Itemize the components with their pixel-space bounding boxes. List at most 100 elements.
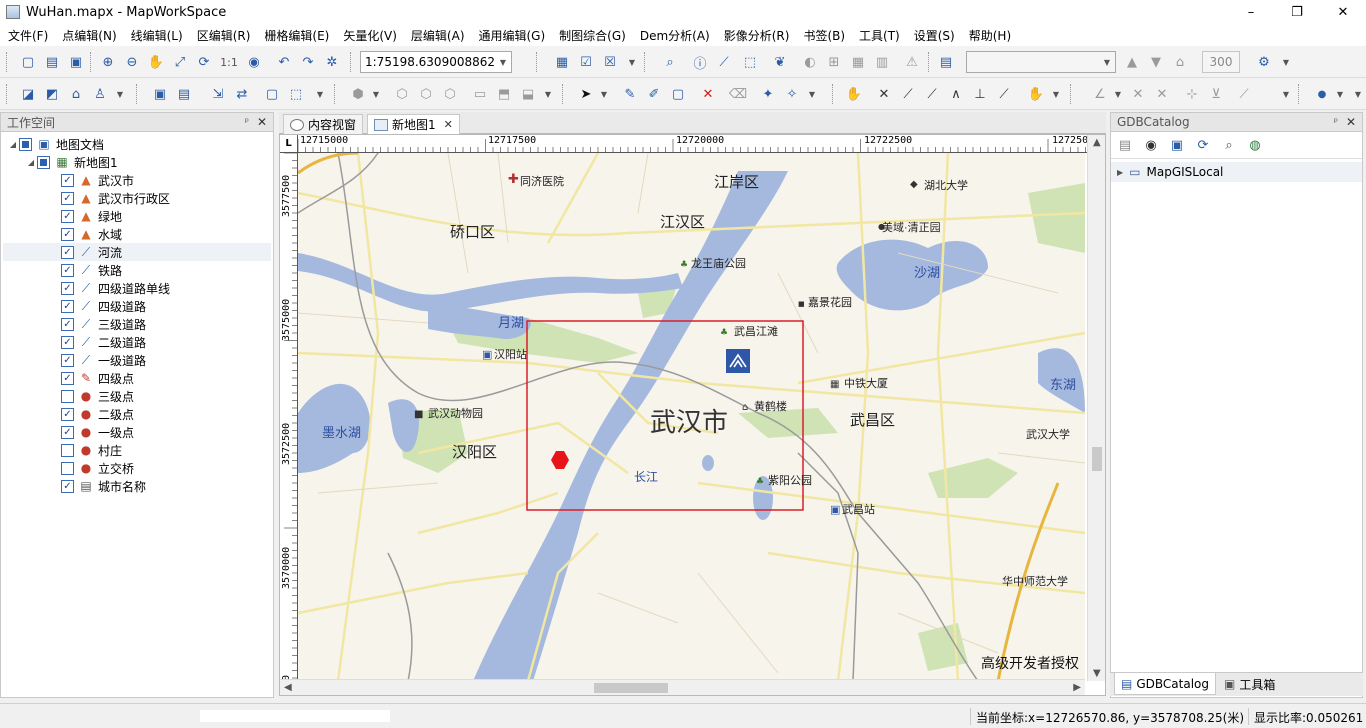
frame-select-icon[interactable]: ⬚ [286, 84, 306, 104]
menu-general-edit[interactable]: 通用编辑(G) [475, 27, 550, 44]
tree-item-layer[interactable]: ✓ ● 一级点 [3, 423, 271, 441]
select-tool-icon[interactable]: ⬚ [740, 52, 760, 72]
collapse-icon[interactable]: ◢ [25, 156, 37, 168]
toolbar-grip[interactable] [334, 84, 337, 104]
toolbar-grip[interactable] [928, 52, 931, 72]
connect-server-icon[interactable]: ▤ [1115, 136, 1135, 156]
info-icon[interactable]: ⓘ [690, 52, 710, 72]
tab-new-map[interactable]: 新地图1 ✕ [367, 114, 460, 134]
line-extend-icon[interactable]: ⟋ [994, 84, 1014, 104]
chevron-down-icon[interactable]: ▼ [1352, 84, 1364, 104]
layer-checkbox[interactable]: ✓ [61, 263, 74, 277]
measure-icon[interactable]: ⟋ [714, 52, 734, 72]
vertical-scrollbar[interactable]: ▲ ▼ [1087, 135, 1105, 681]
edit-properties-icon[interactable]: ✎ [620, 84, 640, 104]
line-split-icon[interactable]: ⟋ [898, 84, 918, 104]
layer-clear-icon[interactable]: ☒ [600, 52, 620, 72]
raster-edit-icon[interactable]: ◩ [42, 84, 62, 104]
tree-item-layer[interactable]: ✓ ▤ 城市名称 [3, 477, 271, 495]
tree-item-layer[interactable]: ✓ ▲ 武汉市行政区 [3, 189, 271, 207]
toolbar-grip[interactable] [6, 84, 9, 104]
chevron-down-icon[interactable]: ▼ [314, 84, 326, 104]
layer-checkbox[interactable] [61, 461, 74, 475]
menu-raster-edit[interactable]: 栅格编辑(E) [260, 27, 333, 44]
properties-icon[interactable]: ▣ [1167, 136, 1187, 156]
close-button[interactable]: ✕ [1320, 0, 1366, 24]
hand-icon[interactable]: ✋ [844, 84, 864, 104]
chart-icon[interactable]: ▥ [872, 52, 892, 72]
menu-line-edit[interactable]: 线编辑(L) [127, 27, 187, 44]
refresh-icon[interactable]: ⟳ [194, 52, 214, 72]
layer-checkbox[interactable]: ✓ [61, 191, 74, 205]
map-canvas[interactable]: ✚ ◆ ● ♣ ■ ▣ ♣ ▦ ⌂ ■ ♣ ▣ 武汉市 硚口区 江岸区 江汉区 … [298, 153, 1085, 681]
scroll-down-icon[interactable]: ▼ [1093, 668, 1101, 679]
settings-icon[interactable]: ⚙ [1254, 52, 1274, 72]
menu-bookmarks[interactable]: 书签(B) [799, 27, 849, 44]
tree-item-layer[interactable]: ✓ ⟋ 四级道路 [3, 297, 271, 315]
menu-cartographic-generalization[interactable]: 制图综合(G) [555, 27, 630, 44]
layer-check-icon[interactable]: ☑ [576, 52, 596, 72]
owl-icon[interactable]: ◉ [1141, 136, 1161, 156]
node-edit-icon[interactable]: ✦ [758, 84, 778, 104]
close-icon[interactable]: ✕ [1346, 115, 1356, 129]
line-angle-icon[interactable]: ∧ [946, 84, 966, 104]
close-tab-icon[interactable]: ✕ [444, 118, 453, 131]
horizontal-scroll-thumb[interactable] [594, 683, 668, 693]
next-view-icon[interactable]: ↷ [298, 52, 318, 72]
edit-graphics-icon[interactable]: ✐ [644, 84, 664, 104]
layer-checkbox[interactable]: ✓ [61, 299, 74, 313]
tree-item-layer[interactable]: ✓ ✎ 四级点 [3, 369, 271, 387]
attribute-icon[interactable]: ▤ [174, 84, 194, 104]
point-tool-icon[interactable]: ✋ [1026, 84, 1046, 104]
globe-icon[interactable]: ◍ [1245, 136, 1265, 156]
warning-icon[interactable]: ⚠ [902, 52, 922, 72]
tab-gdbcatalog[interactable]: ▤ GDBCatalog [1114, 673, 1216, 695]
layer-checkbox[interactable]: ✓ [61, 353, 74, 367]
layer-checkbox[interactable] [61, 443, 74, 457]
chevron-down-icon[interactable]: ▼ [495, 52, 511, 72]
node-move-icon[interactable]: ✧ [782, 84, 802, 104]
tree-item-layer[interactable]: ✓ ▲ 绿地 [3, 207, 271, 225]
previous-view-icon[interactable]: ↶ [274, 52, 294, 72]
chevron-down-icon[interactable]: ▼ [806, 84, 818, 104]
scroll-left-icon[interactable]: ◀ [284, 682, 292, 693]
home-layer-icon[interactable]: ⌂ [66, 84, 86, 104]
zoom-in-icon[interactable]: ⊕ [98, 52, 118, 72]
layer-edit-icon[interactable]: ▦ [552, 52, 572, 72]
tree-item-layer[interactable]: ✓ ⟋ 二级道路 [3, 333, 271, 351]
toolbar-grip[interactable] [1298, 84, 1301, 104]
scale-combo[interactable]: 1:75198.6309008862 ▼ [360, 51, 512, 73]
menu-image-analysis[interactable]: 影像分析(R) [720, 27, 794, 44]
toolbar-grip[interactable] [350, 52, 353, 72]
new-document-icon[interactable]: ▢ [18, 52, 38, 72]
layer-checkbox[interactable]: ✓ [61, 317, 74, 331]
convert-icon[interactable]: ⇄ [232, 84, 252, 104]
chevron-down-icon[interactable]: ▼ [1050, 84, 1062, 104]
toolbar-grip[interactable] [136, 84, 139, 104]
tree-item-layer[interactable]: ✓ ▲ 水域 [3, 225, 271, 243]
toolbar-grip[interactable] [536, 52, 539, 72]
symbol-icon[interactable]: ♙ [90, 84, 110, 104]
magic-tool-icon[interactable]: ✲ [322, 52, 342, 72]
search-icon[interactable]: ⌕ [1219, 136, 1239, 156]
layer-checkbox[interactable] [37, 155, 50, 169]
tab-toolbox[interactable]: ▣ 工具箱 [1218, 673, 1281, 695]
menu-help[interactable]: 帮助(H) [965, 27, 1015, 44]
full-extent-icon[interactable]: ⤢ [170, 52, 190, 72]
chevron-down-icon[interactable]: ▼ [1334, 84, 1346, 104]
collapse-icon[interactable]: ◢ [7, 138, 19, 150]
magnifier-icon[interactable]: ⌕ [660, 52, 680, 72]
chevron-down-icon[interactable]: ▼ [1280, 52, 1292, 72]
import-icon[interactable]: ⇲ [208, 84, 228, 104]
layer-checkbox[interactable]: ✓ [61, 425, 74, 439]
layer-checkbox[interactable]: ✓ [61, 479, 74, 493]
scroll-up-icon[interactable]: ▲ [1093, 137, 1101, 148]
chevron-down-icon[interactable]: ▼ [114, 84, 126, 104]
menu-file[interactable]: 文件(F) [4, 27, 52, 44]
eraser-icon[interactable]: ⌫ [728, 84, 748, 104]
chevron-down-icon[interactable]: ▼ [626, 52, 638, 72]
vector-edit-icon[interactable]: ◪ [18, 84, 38, 104]
refresh-icon[interactable]: ⟳ [1193, 136, 1213, 156]
globe-icon[interactable]: ❦ [770, 52, 790, 72]
pin-icon[interactable]: ᵖ [1334, 117, 1338, 128]
